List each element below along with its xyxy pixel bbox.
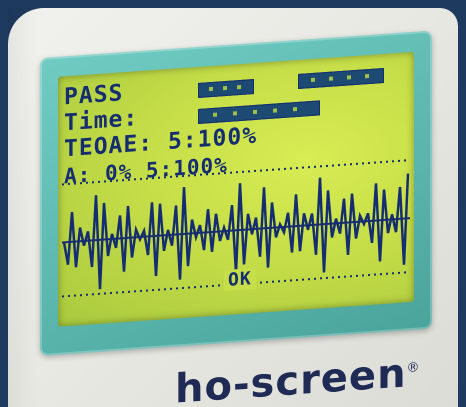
bar-segment <box>273 108 277 113</box>
time-progress-bar <box>198 100 320 124</box>
bar-segment <box>233 111 237 116</box>
bar-segment <box>311 77 315 83</box>
device-edge-shadow <box>8 8 38 407</box>
bar-segment <box>209 86 213 92</box>
ok-button[interactable]: OK <box>224 267 256 292</box>
teoae-label: TEOAE: <box>64 130 154 163</box>
bar-segment <box>237 84 241 90</box>
bar-segment <box>329 76 333 81</box>
teoae-waveform <box>62 159 410 298</box>
screen-bezel: PASS Time: TEOAE: 5:100% A: 0% 5:100% OK <box>40 30 432 357</box>
bar-segment <box>347 75 351 80</box>
registered-mark: ® <box>406 360 421 377</box>
pass-progress-bar <box>198 79 254 98</box>
bar-segment <box>365 73 369 79</box>
photo-frame: PASS Time: TEOAE: 5:100% A: 0% 5:100% OK… <box>0 0 466 407</box>
bar-segment <box>213 112 217 117</box>
bar-segment <box>253 109 257 115</box>
lcd-screen: PASS Time: TEOAE: 5:100% A: 0% 5:100% OK <box>58 51 414 327</box>
teoae-values: 5:100% <box>167 122 258 156</box>
pass-progress-bar-right <box>298 67 384 89</box>
bar-segment <box>293 107 297 112</box>
bar-segment <box>223 85 227 91</box>
